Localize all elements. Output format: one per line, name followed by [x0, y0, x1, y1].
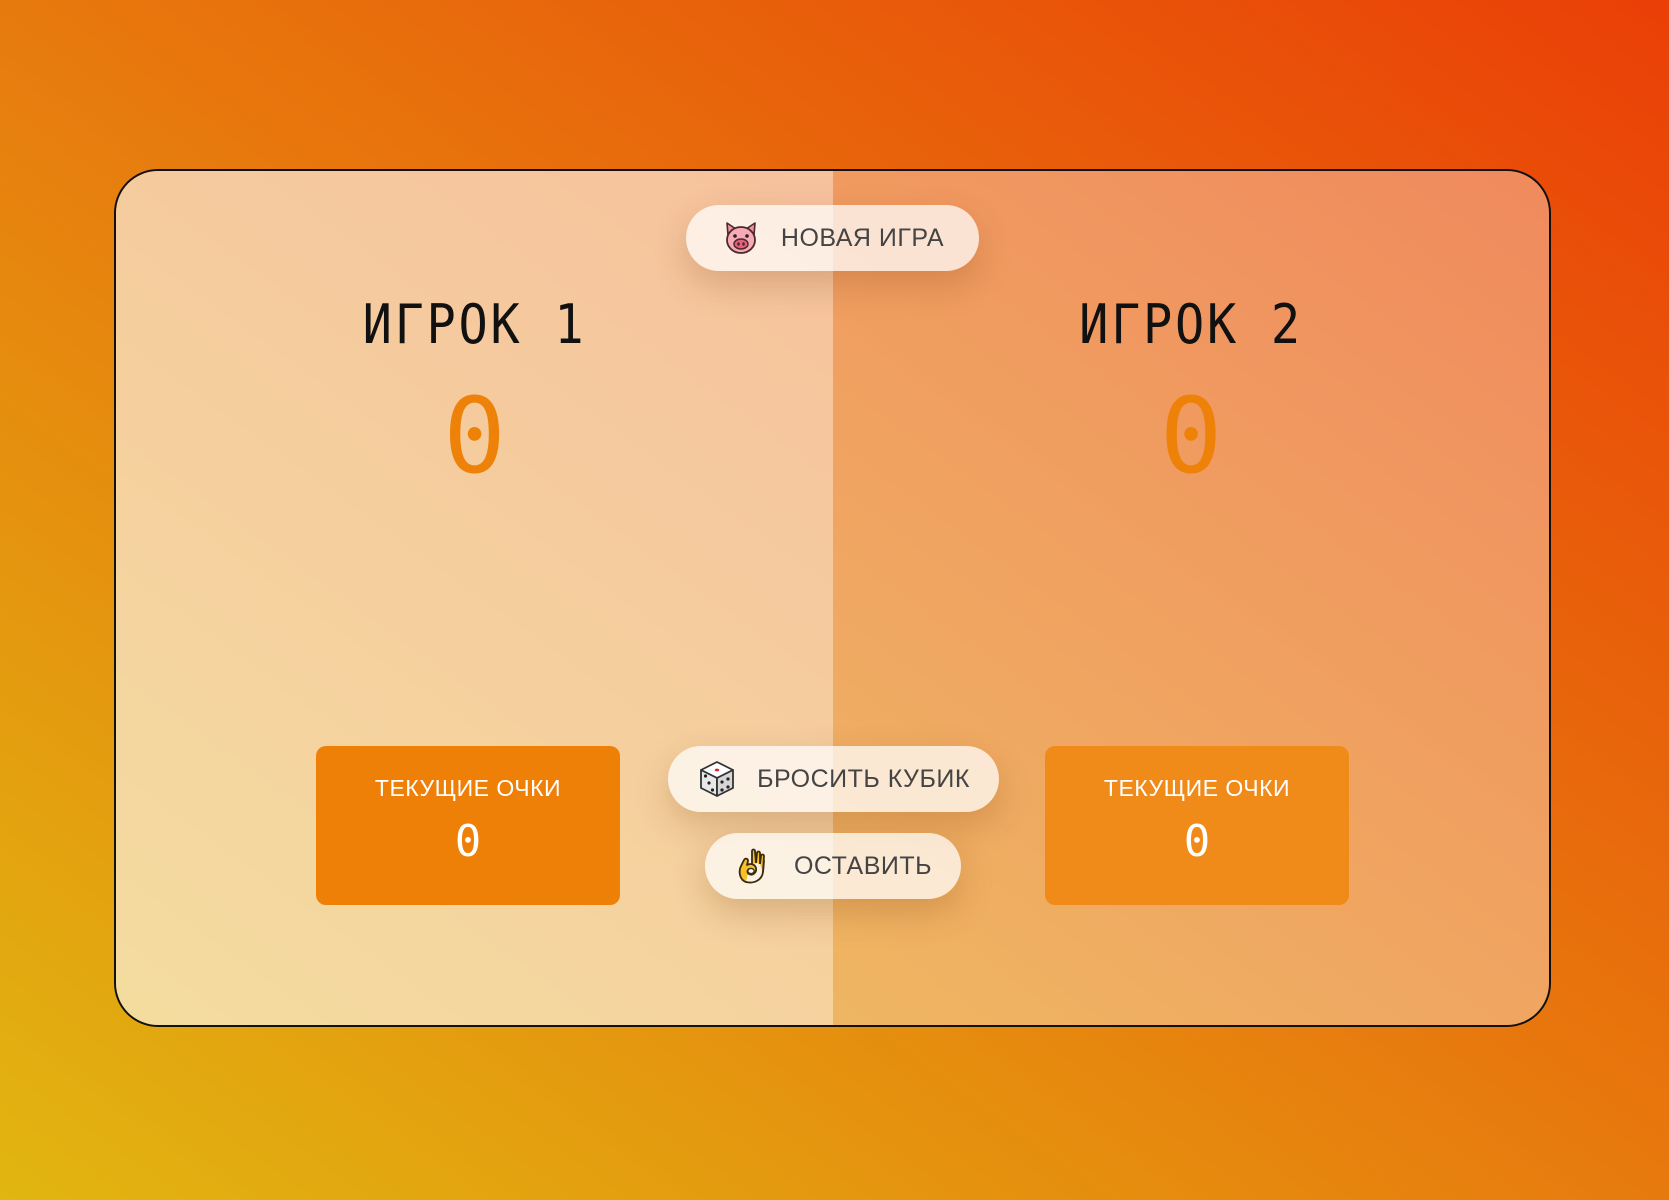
- new-game-label: НОВАЯ ИГРА: [780, 223, 945, 252]
- roll-dice-label: БРОСИТЬ КУБИК: [757, 764, 970, 793]
- game-board: ИГРОК 1 0 ТЕКУЩИЕ ОЧКИ 0 ИГРОК 2 0 ТЕКУЩ…: [114, 169, 1551, 1027]
- player-2-name: ИГРОК 2: [1079, 293, 1303, 356]
- player-2-current-label: ТЕКУЩИЕ ОЧКИ: [1103, 775, 1291, 801]
- hold-label: ОСТАВИТЬ: [793, 851, 933, 880]
- new-game-button[interactable]: НОВАЯ ИГРА: [686, 205, 979, 271]
- player-1-score: 0: [443, 375, 506, 497]
- player-1-current-box: ТЕКУЩИЕ ОЧКИ 0: [316, 746, 620, 905]
- player-2-current-box: ТЕКУЩИЕ ОЧКИ 0: [1045, 746, 1349, 905]
- pig-face-icon: [721, 218, 761, 258]
- player-1-name: ИГРОК 1: [362, 293, 587, 356]
- player-2-current-score: 0: [1183, 816, 1211, 867]
- hold-button[interactable]: ОСТАВИТЬ: [705, 833, 961, 899]
- player-2-panel: ИГРОК 2 0 ТЕКУЩИЕ ОЧКИ 0: [833, 171, 1549, 1025]
- player-1-current-label: ТЕКУЩИЕ ОЧКИ: [374, 775, 562, 801]
- player-1-current-score: 0: [454, 816, 482, 867]
- dice-icon: [697, 759, 737, 799]
- player-2-score: 0: [1159, 375, 1223, 497]
- roll-dice-button[interactable]: БРОСИТЬ КУБИК: [668, 746, 999, 812]
- ok-hand-icon: [734, 846, 774, 886]
